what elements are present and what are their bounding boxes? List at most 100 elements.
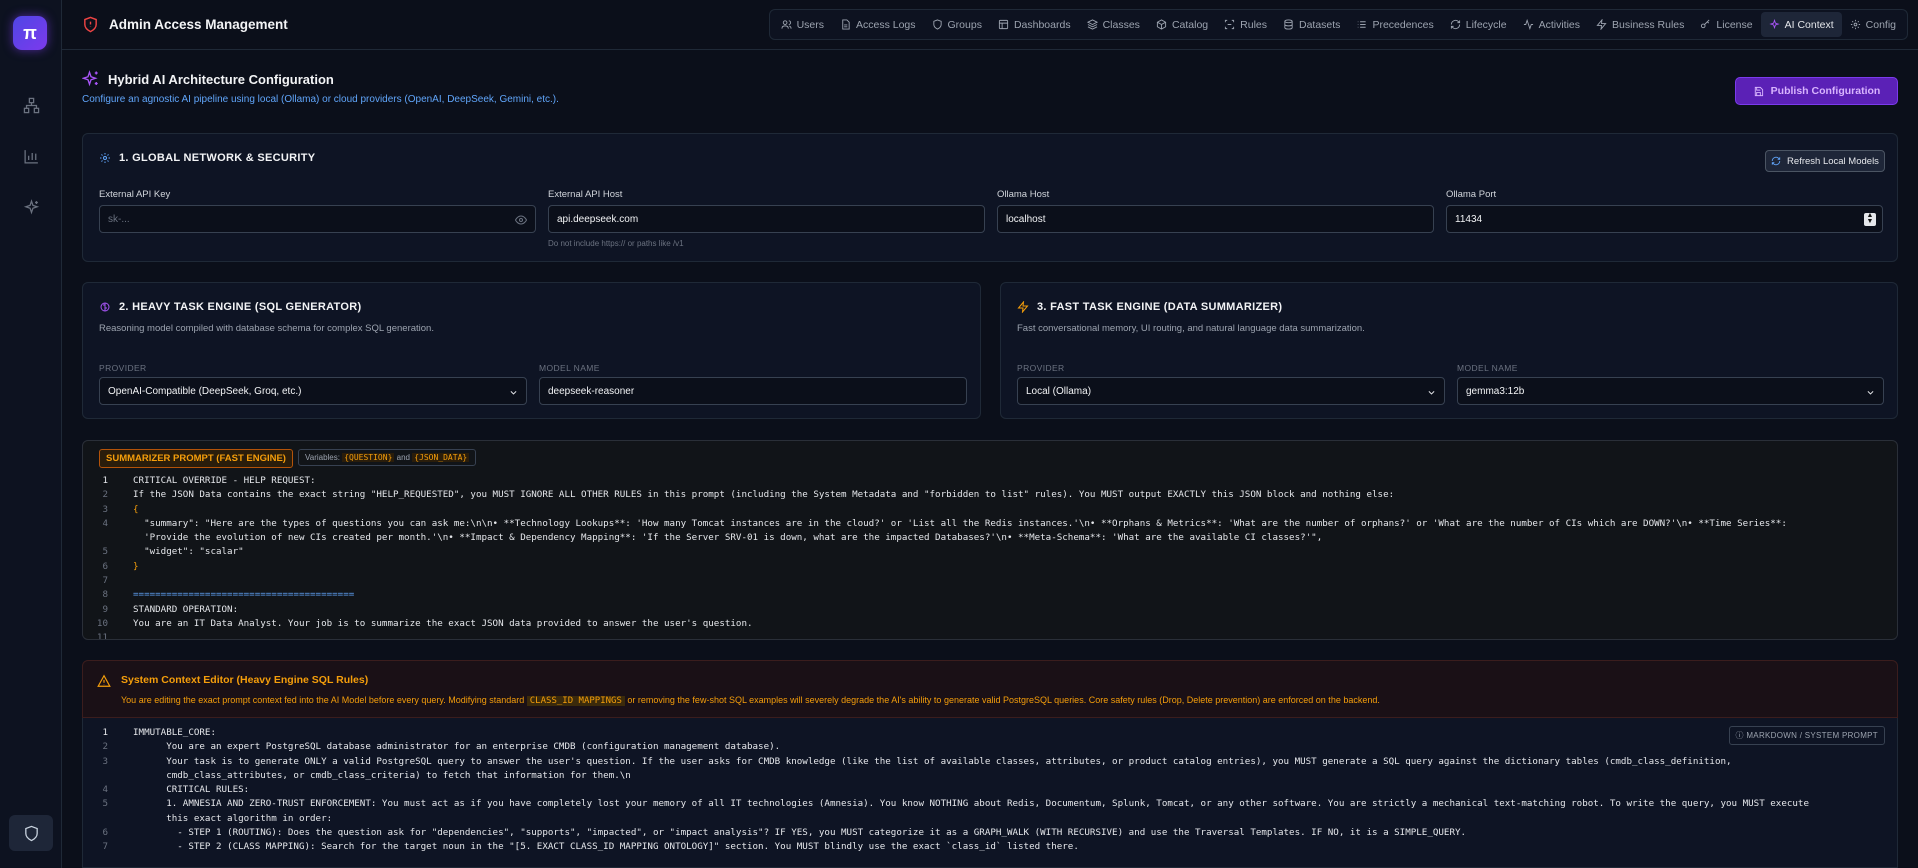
code-line: }	[133, 560, 139, 572]
rail-admin-button[interactable]	[9, 815, 53, 851]
chevron-down-icon	[510, 391, 517, 395]
fast-engine-card: 3. FAST TASK ENGINE (DATA SUMMARIZER) Fa…	[1000, 282, 1898, 419]
nav-precedences[interactable]: Precedences	[1348, 12, 1441, 37]
box-icon	[1156, 19, 1167, 30]
refresh-icon	[1450, 19, 1460, 30]
code-line: cmdb_class_attributes, or cmdb_class_cri…	[133, 769, 631, 781]
brain-icon	[100, 302, 110, 312]
sparkles-icon	[82, 70, 98, 87]
file-icon	[842, 19, 850, 30]
code-line: Your task is to generate ONLY a valid Po…	[133, 755, 1732, 767]
code-line: You are an IT Data Analyst. Your job is …	[133, 617, 753, 629]
ollama-port-input[interactable]: 11434 ▲ ▼	[1446, 205, 1883, 233]
heavy-desc: Reasoning model compiled with database s…	[99, 323, 434, 334]
code-line: ========================================	[133, 589, 355, 601]
summarizer-editor[interactable]: SUMMARIZER PROMPT (FAST ENGINE) Variable…	[82, 440, 1898, 640]
line-number: 3	[102, 503, 108, 515]
shield-icon	[24, 825, 38, 841]
eye-icon[interactable]	[515, 214, 527, 226]
line-number: 1	[102, 727, 108, 738]
nav-dashboards[interactable]: Dashboards	[990, 12, 1079, 37]
nav-classes[interactable]: Classes	[1079, 12, 1148, 37]
code-line: - STEP 1 (ROUTING): Does the question as…	[133, 827, 1467, 839]
heavy-model-label: MODEL NAME	[539, 363, 600, 373]
ollama-host-label: Ollama Host	[997, 189, 1050, 200]
code-line: "widget": "scalar"	[133, 546, 244, 558]
refresh-icon	[1771, 156, 1781, 166]
api-key-input[interactable]: sk-...	[99, 205, 536, 233]
chevron-down-icon	[1867, 391, 1874, 395]
heavy-provider-label: PROVIDER	[99, 363, 147, 373]
gear-icon	[1850, 19, 1860, 30]
nav-datasets[interactable]: Datasets	[1275, 12, 1348, 37]
heavy-model-input[interactable]: deepseek-reasoner	[539, 377, 967, 405]
line-number: 1	[102, 475, 108, 486]
main-content: Hybrid AI Architecture Configuration Con…	[62, 50, 1918, 868]
context-line-numbers: 1 2 3 4 5 6 7	[88, 726, 108, 855]
page-title: Hybrid AI Architecture Configuration	[82, 70, 334, 88]
summarizer-code[interactable]: CRITICAL OVERRIDE - HELP REQUEST: If the …	[133, 474, 1787, 639]
nav-users[interactable]: Users	[773, 12, 832, 37]
line-number: 6	[102, 827, 108, 839]
network-card: 1. GLOBAL NETWORK & SECURITY Refresh Loc…	[82, 133, 1898, 262]
nav-ai-context[interactable]: AI Context	[1760, 12, 1842, 37]
publish-button[interactable]: Publish Configuration	[1735, 77, 1898, 105]
database-icon	[1284, 19, 1293, 30]
ollama-host-input[interactable]: localhost	[997, 205, 1434, 233]
nav-license[interactable]: License	[1692, 12, 1760, 37]
line-number: 2	[102, 741, 108, 753]
chevron-down-icon	[1428, 391, 1435, 395]
code-line: - STEP 2 (CLASS MAPPING): Search for the…	[133, 841, 1079, 853]
layers-icon	[1086, 19, 1098, 30]
fast-section-title: 3. FAST TASK ENGINE (DATA SUMMARIZER)	[1017, 301, 1282, 313]
code-line: CRITICAL RULES:	[133, 784, 250, 796]
nav-access-logs[interactable]: Access Logs	[832, 12, 924, 37]
nav-config[interactable]: Config	[1842, 12, 1904, 37]
gear-icon	[100, 153, 110, 163]
context-code[interactable]: IMMUTABLE_CORE: You are an expert Postgr…	[133, 726, 1809, 855]
warning-icon	[97, 674, 111, 687]
logo-glyph: π	[23, 22, 37, 43]
code-line: STANDARD OPERATION:	[133, 603, 239, 615]
main-nav: Users Access Logs Groups Dashboards Clas…	[768, 9, 1908, 40]
rail-analytics-button[interactable]	[9, 138, 53, 174]
app-title: Admin Access Management	[109, 17, 288, 32]
nav-activities[interactable]: Activities	[1515, 12, 1588, 37]
line-number	[88, 769, 108, 783]
fast-provider-select[interactable]: Local (Ollama)	[1017, 377, 1445, 405]
nav-rules[interactable]: Rules	[1216, 12, 1275, 37]
port-stepper[interactable]: ▲ ▼	[1864, 212, 1876, 226]
nav-lifecycle[interactable]: Lifecycle	[1442, 12, 1515, 37]
fast-model-select[interactable]: gemma3:12b	[1457, 377, 1884, 405]
line-number: 9	[102, 603, 108, 615]
code-line: IMMUTABLE_CORE:	[133, 727, 216, 738]
fast-model-label: MODEL NAME	[1457, 363, 1518, 373]
code-line: 1. AMNESIA AND ZERO-TRUST ENFORCEMENT: Y…	[133, 798, 1809, 810]
rail-topology-button[interactable]	[9, 87, 53, 123]
context-editor[interactable]: ⓘ MARKDOWN / SYSTEM PROMPT 123 45 67 IMM…	[82, 718, 1898, 868]
nav-catalog[interactable]: Catalog	[1148, 12, 1216, 37]
nav-groups[interactable]: Groups	[924, 12, 990, 37]
fast-desc: Fast conversational memory, UI routing, …	[1017, 323, 1365, 334]
context-warning: System Context Editor (Heavy Engine SQL …	[82, 660, 1898, 718]
line-number: 6	[102, 560, 108, 572]
layout-icon	[998, 19, 1009, 30]
code-line: If the JSON Data contains the exact stri…	[133, 489, 1395, 501]
line-number: 5	[102, 798, 108, 810]
sparkles-icon	[1768, 19, 1780, 30]
line-number: 4	[102, 517, 108, 529]
app-logo[interactable]: π	[13, 16, 47, 50]
activity-icon	[1523, 19, 1533, 30]
api-host-hint: Do not include https:// or paths like /v…	[548, 239, 684, 248]
rail-ai-button[interactable]	[9, 189, 53, 225]
brand: Admin Access Management	[82, 16, 288, 33]
page-subtitle: Configure an agnostic AI pipeline using …	[82, 94, 559, 105]
save-icon	[1754, 86, 1763, 96]
network-section-title: 1. GLOBAL NETWORK & SECURITY	[99, 152, 315, 164]
nav-business-rules[interactable]: Business Rules	[1588, 12, 1692, 37]
heavy-provider-select[interactable]: OpenAI-Compatible (DeepSeek, Groq, etc.)	[99, 377, 527, 405]
api-host-input[interactable]: api.deepseek.com	[548, 205, 985, 233]
refresh-models-button[interactable]: Refresh Local Models	[1765, 150, 1885, 172]
context-title: System Context Editor (Heavy Engine SQL …	[121, 674, 369, 686]
